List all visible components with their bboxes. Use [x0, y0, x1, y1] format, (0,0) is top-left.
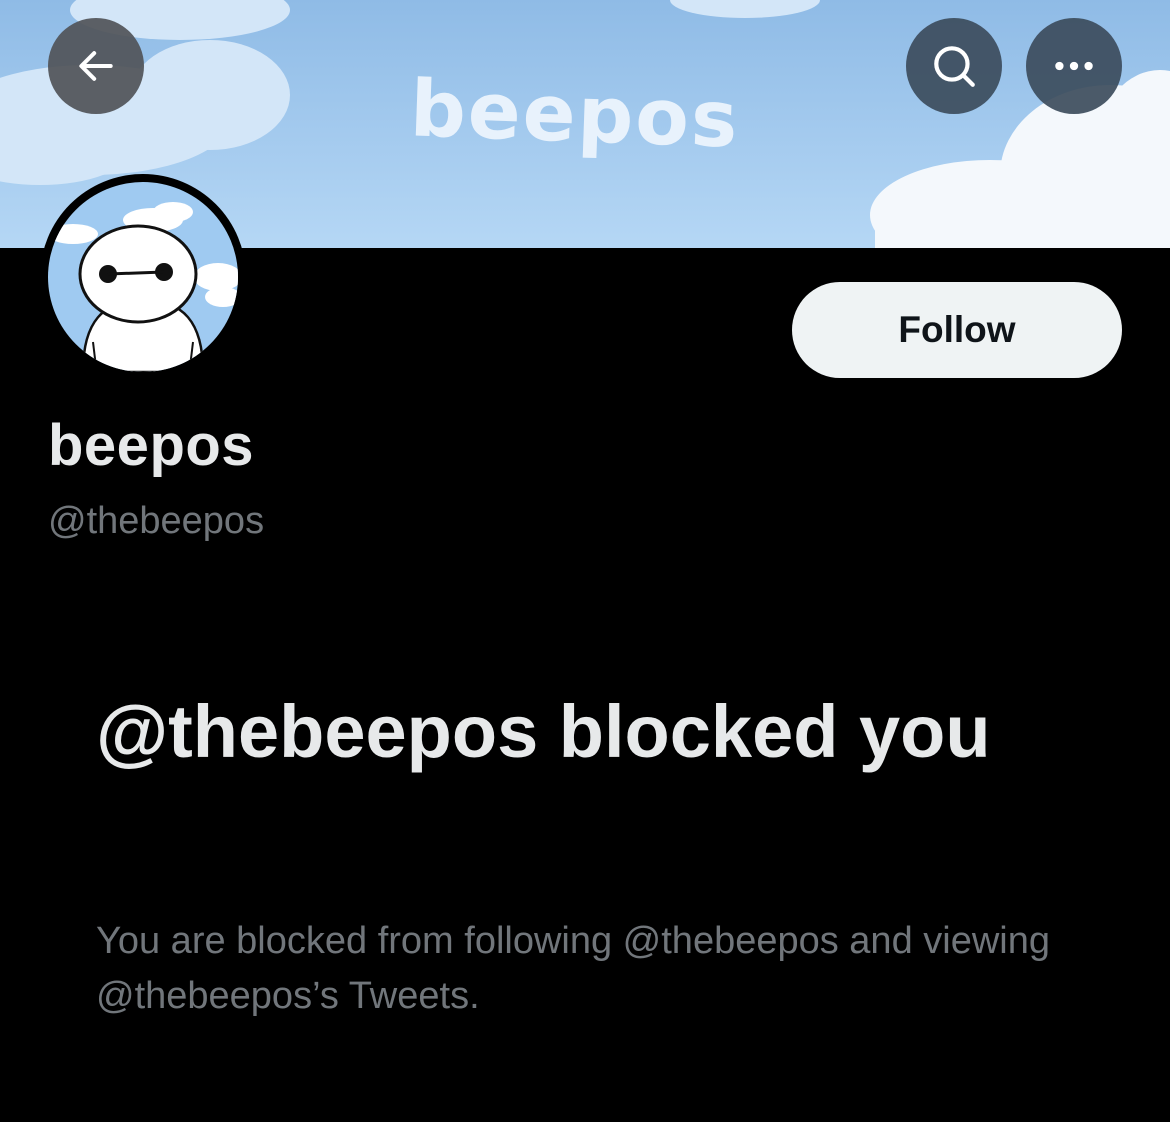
blocked-title: @thebeepos blocked you: [96, 690, 991, 773]
search-icon: [934, 46, 975, 87]
more-button[interactable]: [1026, 18, 1122, 114]
display-name: beepos: [48, 413, 255, 478]
blocked-description: You are blocked from following @thebeepo…: [96, 920, 1050, 1017]
follow-button[interactable]: Follow: [792, 282, 1122, 378]
back-button[interactable]: [48, 18, 144, 114]
username-handle: @thebeepos: [48, 500, 265, 542]
arrow-left-icon: [79, 51, 113, 81]
avatar[interactable]: [40, 174, 246, 380]
search-button[interactable]: [906, 18, 1002, 114]
banner-logo-text: beepos: [408, 64, 741, 166]
more-horizontal-icon: [1055, 61, 1093, 71]
avatar-image: [48, 182, 238, 372]
